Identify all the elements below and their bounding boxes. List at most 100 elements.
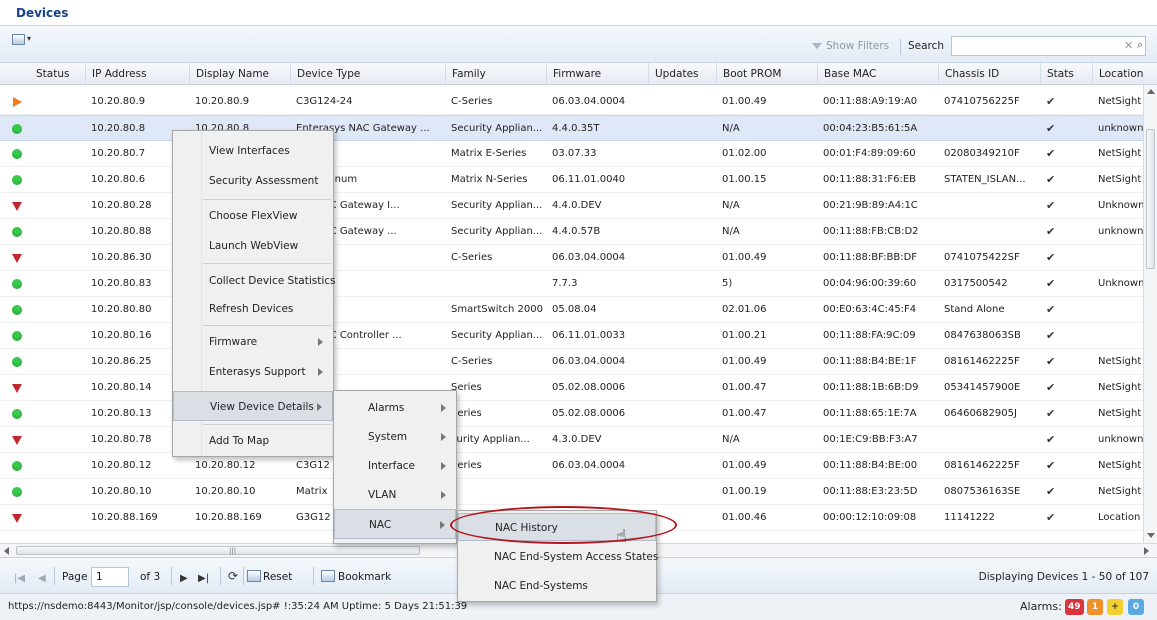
alarm-badge-major[interactable]: 1 bbox=[1087, 599, 1103, 615]
alarm-badge-info[interactable]: 0 bbox=[1128, 599, 1144, 615]
show-filters-button[interactable]: Show Filters bbox=[812, 40, 889, 52]
scroll-left-icon[interactable] bbox=[4, 547, 9, 555]
status-up-icon bbox=[12, 279, 22, 289]
menu-item-nac[interactable]: NAC bbox=[334, 509, 456, 539]
column-header-family[interactable]: Family bbox=[445, 63, 546, 85]
cell-firmware: 05.02.08.0006 bbox=[552, 408, 626, 419]
cell-boot-prom: 01.00.47 bbox=[722, 382, 767, 393]
scroll-down-icon[interactable] bbox=[1147, 533, 1155, 538]
column-header-base-mac[interactable]: Base MAC bbox=[817, 63, 938, 85]
cell-family: SmartSwitch 2000 bbox=[451, 304, 543, 315]
cell-stats: ✔ bbox=[1046, 95, 1056, 108]
cell-boot-prom: 5) bbox=[722, 278, 733, 289]
horizontal-scroll-thumb[interactable]: ||| bbox=[16, 546, 420, 555]
column-header-firmware[interactable]: Firmware bbox=[546, 63, 648, 85]
next-page-icon[interactable]: ▶ bbox=[180, 573, 188, 584]
last-page-icon[interactable]: ▶| bbox=[198, 573, 209, 584]
scroll-thumb[interactable] bbox=[1146, 129, 1155, 269]
menu-item-view-interfaces[interactable]: View Interfaces bbox=[173, 136, 333, 166]
status-down-icon bbox=[12, 514, 22, 523]
page-number-input[interactable]: 1 bbox=[91, 567, 129, 587]
column-header-updates[interactable]: Updates bbox=[648, 63, 716, 85]
cell-ip-address: 10.20.88.169 bbox=[91, 512, 158, 523]
menu-item-interface[interactable]: Interface bbox=[334, 451, 456, 481]
cell-location: NetSight bbox=[1098, 96, 1142, 107]
column-header-stats[interactable]: Stats bbox=[1040, 63, 1092, 85]
previous-page-icon[interactable]: ◀ bbox=[38, 573, 46, 584]
column-header-chassis-id[interactable]: Chassis ID bbox=[938, 63, 1040, 85]
cell-firmware: 06.03.04.0004 bbox=[552, 96, 626, 107]
cell-family bbox=[445, 271, 546, 297]
table-row[interactable]: 10.20.80.10 10.20.80.10 Matrix 01.00.19 00:1… bbox=[0, 479, 1143, 505]
status-up-icon bbox=[12, 461, 22, 471]
cell-stats: ✔ bbox=[1046, 277, 1056, 290]
menu-item-refresh-devices[interactable]: Refresh Devices bbox=[173, 294, 333, 324]
alarm-badge-minor[interactable]: + bbox=[1107, 599, 1123, 615]
column-header-location[interactable]: Location bbox=[1092, 63, 1157, 85]
menu-item-nac-end-systems[interactable]: NAC End-Systems bbox=[458, 572, 656, 600]
menu-item-firmware[interactable]: Firmware bbox=[173, 327, 333, 357]
cell-stats: ✔ bbox=[1046, 225, 1056, 238]
column-header-ip-address[interactable]: IP Address bbox=[85, 63, 189, 85]
scroll-up-icon[interactable] bbox=[1147, 89, 1155, 94]
vertical-scrollbar[interactable] bbox=[1143, 85, 1157, 543]
cell-base-mac: 00:00:12:10:09:08 bbox=[823, 512, 917, 523]
cell-firmware: 7.7.3 bbox=[552, 278, 578, 289]
cell-stats: ✔ bbox=[1046, 199, 1056, 212]
cell-chassis-id: STATEN_ISLAN... bbox=[944, 174, 1026, 185]
column-header-device-type[interactable]: Device Type bbox=[290, 63, 445, 85]
reset-button[interactable]: Reset bbox=[263, 571, 292, 583]
cell-chassis-id bbox=[938, 219, 1040, 245]
cell-family: Series bbox=[451, 382, 482, 393]
column-header-status[interactable]: Status bbox=[30, 63, 85, 85]
menu-item-security-assessment[interactable]: Security Assessment bbox=[173, 166, 333, 196]
status-up-icon bbox=[12, 149, 22, 159]
bookmark-button[interactable]: Bookmark bbox=[338, 571, 391, 583]
filter-icon bbox=[812, 43, 822, 49]
pager-divider bbox=[54, 567, 55, 585]
menu-item-nac-end-system-access-states[interactable]: NAC End-System Access States bbox=[458, 543, 658, 571]
menu-item-choose-flexview[interactable]: Choose FlexView bbox=[173, 201, 333, 231]
column-header-display-name[interactable]: Display Name bbox=[189, 63, 290, 85]
cell-firmware: 06.03.04.0004 bbox=[552, 252, 626, 263]
menu-item-alarms[interactable]: Alarms bbox=[334, 393, 456, 423]
menu-item-view-device-details[interactable]: View Device Details bbox=[173, 391, 333, 421]
table-row[interactable]: 10.20.80.9 10.20.80.9 C3G124-24 C-Series 06.… bbox=[0, 89, 1143, 115]
menu-item-add-to-map[interactable]: Add To Map bbox=[173, 426, 333, 456]
alarm-badge-critical[interactable]: 49 bbox=[1065, 599, 1084, 615]
cell-base-mac: 00:11:88:B4:BE:00 bbox=[823, 460, 918, 471]
cell-chassis-id: 08161462225F bbox=[944, 356, 1020, 367]
cell-boot-prom: 01.00.49 bbox=[722, 460, 767, 471]
submenu-arrow-icon bbox=[441, 462, 446, 470]
cell-boot-prom: N/A bbox=[722, 200, 740, 211]
cell-boot-prom: 01.00.21 bbox=[722, 330, 767, 341]
first-page-icon[interactable]: |◀ bbox=[14, 573, 25, 584]
cell-firmware: 4.3.0.DEV bbox=[552, 434, 602, 445]
pager-divider bbox=[220, 567, 221, 585]
cell-updates bbox=[648, 167, 716, 193]
cell-stats: ✔ bbox=[1046, 433, 1056, 446]
cell-chassis-id: 0317500542 bbox=[944, 278, 1008, 289]
search-icon[interactable]: ⌕ bbox=[1137, 38, 1143, 52]
cell-stats: ✔ bbox=[1046, 147, 1056, 160]
cell-base-mac: 00:11:88:FA:9C:09 bbox=[823, 330, 916, 341]
menu-item-launch-webview[interactable]: Launch WebView bbox=[173, 231, 333, 261]
cell-base-mac: 00:11:88:B4:BE:1F bbox=[823, 356, 917, 367]
scroll-right-icon[interactable] bbox=[1144, 547, 1149, 555]
column-header-boot-prom[interactable]: Boot PROM bbox=[716, 63, 817, 85]
menu-item-collect-device-statistics[interactable]: Collect Device Statistics bbox=[173, 266, 336, 296]
status-up-icon bbox=[12, 409, 22, 419]
page-count-label: of 3 bbox=[140, 571, 161, 583]
menu-item-system[interactable]: System bbox=[334, 422, 456, 452]
menu-item-enterasys-support[interactable]: Enterasys Support bbox=[173, 357, 333, 387]
menu-item-vlan[interactable]: VLAN bbox=[334, 480, 456, 510]
refresh-icon[interactable]: ⟳ bbox=[228, 569, 238, 583]
cell-display-name: 10.20.80.10 bbox=[195, 486, 256, 497]
grid-options-button[interactable]: ▾ bbox=[12, 32, 34, 48]
cell-location bbox=[1092, 323, 1143, 349]
cell-boot-prom: 01.00.47 bbox=[722, 408, 767, 419]
cell-chassis-id bbox=[938, 193, 1040, 219]
clear-search-icon[interactable]: ✕ bbox=[1124, 39, 1133, 52]
search-input[interactable] bbox=[951, 36, 1146, 56]
cell-firmware: 4.4.0.57B bbox=[552, 226, 601, 237]
